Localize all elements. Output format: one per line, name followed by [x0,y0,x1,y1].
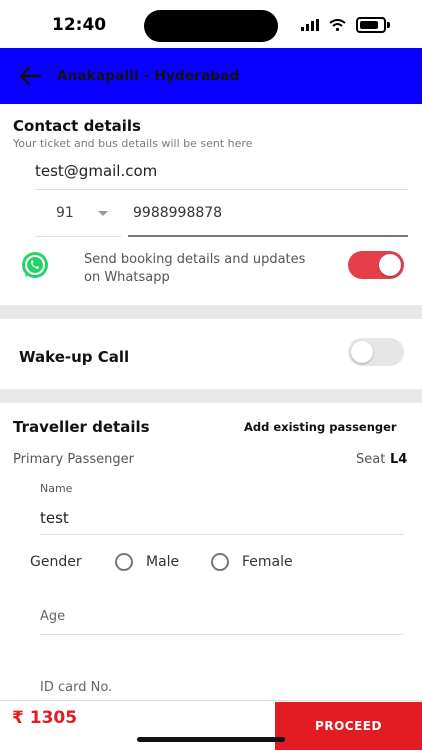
email-field[interactable]: test@gmail.com [35,162,157,180]
contact-details-subtitle: Your ticket and bus details will be sent… [13,137,253,150]
route-title: Anakapalli - Hyderabad [57,68,240,84]
whatsapp-text-line1: Send booking details and updates [84,252,306,267]
whatsapp-toggle[interactable] [348,251,404,279]
seat-label: Seat [356,452,386,467]
age-underline [40,634,404,635]
name-underline [40,534,404,535]
wakeup-call-label: Wake-up Call [19,348,130,366]
status-time: 12:40 [52,15,107,35]
whatsapp-text-line2: on Whatsapp [84,270,170,285]
id-card-field[interactable]: ID card No. [40,680,112,695]
dynamic-island [144,10,278,42]
country-code-select[interactable]: 91 [56,205,74,221]
gender-female-radio[interactable] [211,553,229,571]
country-code-underline [35,236,121,237]
toggle-knob [351,341,373,363]
email-underline [35,189,408,190]
phone-underline [128,235,408,237]
add-existing-passenger-link[interactable]: Add existing passenger [244,420,397,434]
proceed-button-label: PROCEED [315,719,382,733]
app-bar: Anakapalli - Hyderabad [0,48,422,104]
name-label: Name [40,482,73,495]
toggle-knob [379,254,401,276]
gender-label: Gender [30,554,82,570]
signal-icon [301,19,319,31]
total-price: ₹ 1305 [12,708,78,728]
traveller-details-title: Traveller details [13,418,150,436]
status-icons [301,17,390,33]
gender-male-radio[interactable] [115,553,133,571]
section-divider [0,305,422,319]
home-indicator [137,737,285,742]
chevron-down-icon[interactable] [97,210,109,217]
whatsapp-icon [22,252,48,278]
wifi-icon [329,19,346,31]
proceed-button[interactable]: PROCEED [275,702,422,750]
age-field[interactable]: Age [40,609,65,624]
wakeup-call-toggle[interactable] [348,338,404,366]
back-arrow-icon[interactable] [18,65,42,87]
section-divider [0,389,422,403]
name-field[interactable]: test [40,509,69,527]
contact-details-title: Contact details [13,117,141,135]
gender-female-label[interactable]: Female [242,554,293,570]
primary-passenger-label: Primary Passenger [13,452,134,467]
phone-field[interactable]: 9988998878 [133,205,222,221]
gender-male-label[interactable]: Male [146,554,179,570]
status-bar: 12:40 [0,0,422,48]
seat-number: L4 [390,452,408,467]
battery-icon [356,17,390,33]
